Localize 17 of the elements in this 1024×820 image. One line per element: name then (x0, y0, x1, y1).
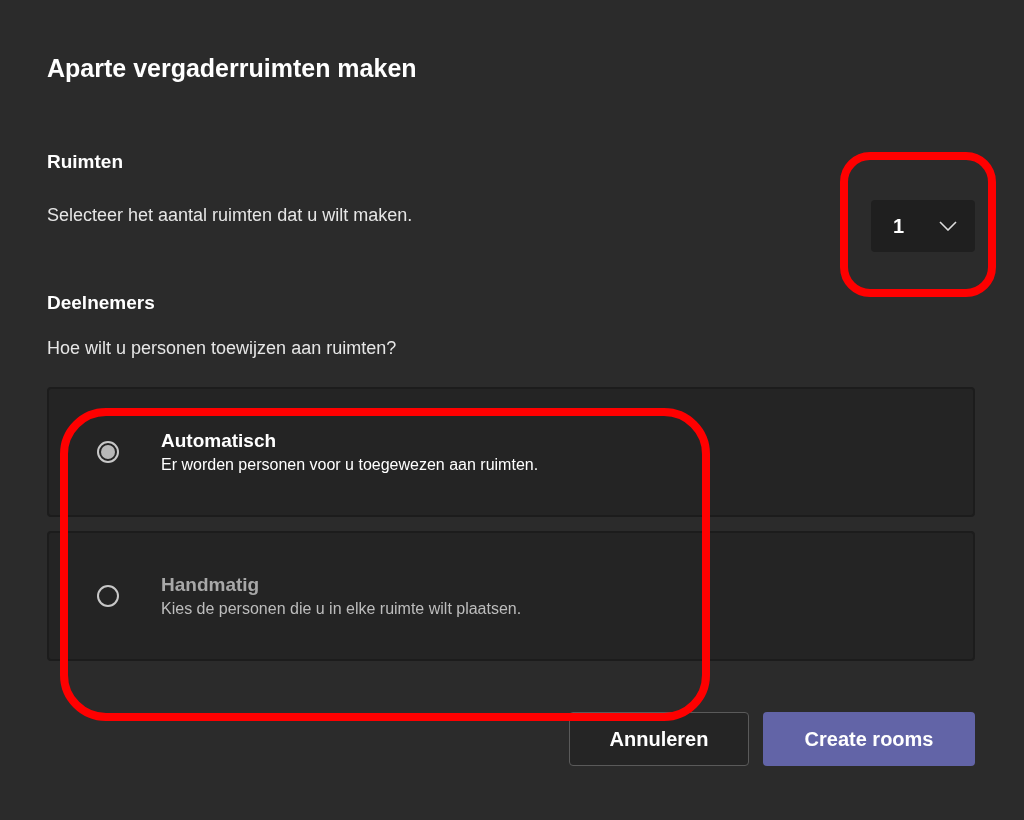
section-heading: Ruimten (47, 151, 124, 173)
option-label: Handmatig (161, 574, 261, 596)
chevron-down-icon (939, 221, 957, 231)
option-card[interactable]: Automatisch Er worden personen voor u toegewezen aan ruimten. (47, 387, 975, 517)
create-rooms-button[interactable]: Create rooms (763, 712, 975, 766)
dialog-title: Aparte vergaderruimten maken (47, 54, 418, 83)
radio-button[interactable] (97, 585, 119, 607)
cancel-button[interactable]: Annuleren (569, 712, 749, 766)
option-card[interactable]: Handmatig Kies de personen die u in elke ruimte wilt plaatsen. (47, 531, 975, 661)
option-description: Kies de personen die u in elke ruimte wilt plaatsen. (161, 600, 522, 618)
section-heading: Deelnemers (47, 292, 156, 314)
room-count-dropdown[interactable]: 1 (871, 200, 975, 252)
radio-button[interactable] (97, 441, 119, 463)
section-question: Hoe wilt u personen toewijzen aan ruimten? (47, 338, 398, 359)
section-description: Selecteer het aantal ruimten dat u wilt maken. (47, 205, 413, 226)
option-label: Automatisch (161, 430, 278, 452)
option-description: Er worden personen voor u toegewezen aan ruimten. (161, 456, 539, 474)
